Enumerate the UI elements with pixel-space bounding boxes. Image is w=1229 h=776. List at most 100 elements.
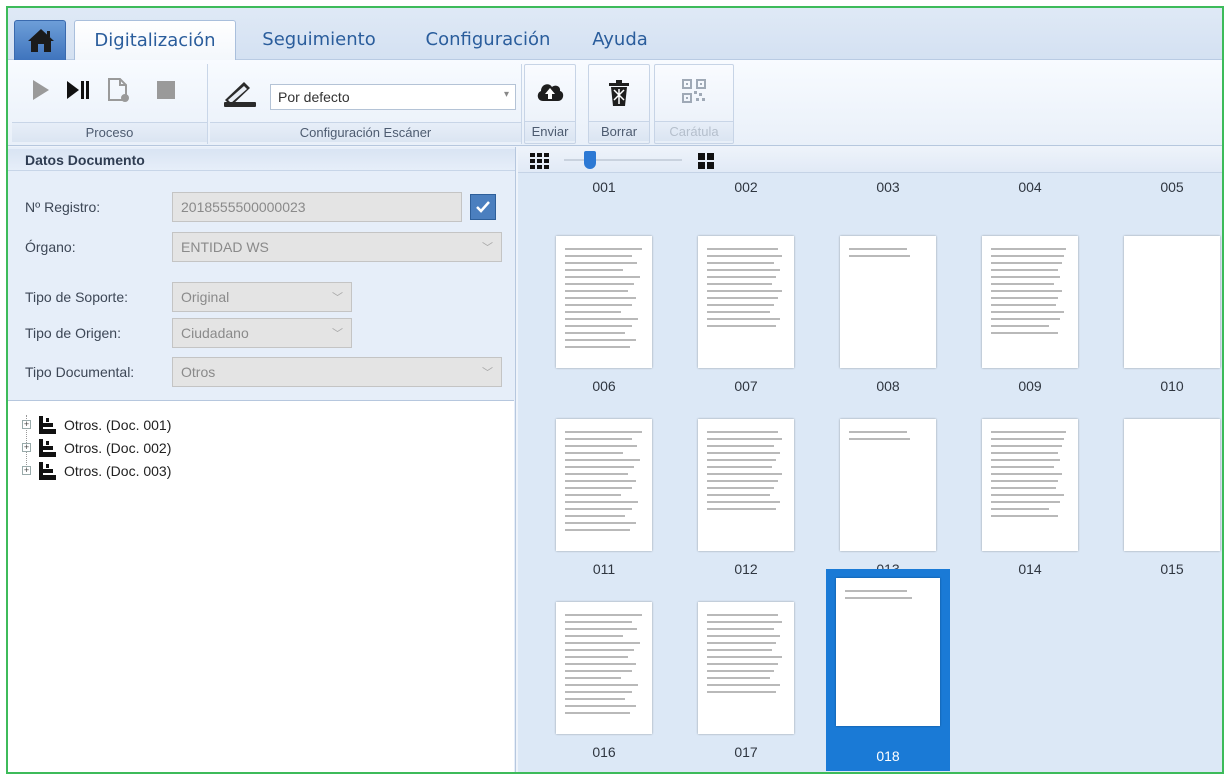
page-preview	[982, 419, 1078, 551]
trash-icon	[609, 80, 629, 106]
text-line	[707, 635, 780, 637]
text-line	[707, 283, 773, 285]
text-line	[991, 508, 1049, 510]
small-grid-icon[interactable]	[530, 153, 550, 169]
caratula-label: Carátula	[655, 121, 733, 141]
page-thumbnail[interactable]: 016	[538, 569, 670, 760]
text-line	[707, 466, 773, 468]
text-line	[565, 684, 638, 686]
chevron-down-icon: ▾	[503, 89, 509, 100]
page-thumbnail[interactable]: 018	[822, 569, 954, 771]
registro-field[interactable]: 2018555500000023	[172, 192, 462, 222]
text-line	[991, 297, 1059, 299]
page-preview	[1124, 419, 1220, 551]
tipo-origen-value: Ciudadano	[181, 325, 249, 341]
text-line	[991, 325, 1049, 327]
text-line	[991, 283, 1055, 285]
tab-configuracion[interactable]: Configuración	[408, 20, 568, 60]
page-preview	[698, 602, 794, 734]
play-pause-icon[interactable]	[64, 76, 92, 104]
tree-node-label: Otros. (Doc. 002)	[64, 440, 172, 456]
scanner-profile-select[interactable]: Por defecto ▾	[270, 84, 516, 110]
tab-digitalizacion[interactable]: Digitalización	[74, 20, 236, 61]
zoom-slider-thumb[interactable]	[584, 151, 596, 169]
text-line	[565, 628, 637, 630]
text-line	[565, 325, 633, 327]
expand-icon[interactable]: +	[22, 420, 31, 429]
text-line	[565, 698, 625, 700]
tipo-documental-label: Tipo Documental:	[25, 364, 135, 380]
datos-documento-panel: Datos Documento Nº Registro: 20185555000…	[8, 147, 516, 772]
page-thumbnail[interactable]: 013	[822, 386, 954, 577]
text-line	[565, 712, 631, 714]
organo-select[interactable]: ENTIDAD WS ﹀	[172, 232, 502, 262]
chevron-down-icon: ﹀	[482, 367, 493, 379]
tab-bar: Digitalización Seguimiento Configuración…	[8, 8, 1222, 61]
chevron-down-icon: ﹀	[332, 292, 343, 304]
page-preview	[698, 236, 794, 368]
text-line	[707, 459, 777, 461]
enviar-button[interactable]: Enviar	[524, 64, 576, 144]
text-line	[707, 276, 777, 278]
page-thumbnail[interactable]: 014	[964, 386, 1096, 577]
text-line	[565, 677, 621, 679]
text-line	[565, 304, 633, 306]
tipo-origen-select[interactable]: Ciudadano ﹀	[172, 318, 352, 348]
text-line	[565, 494, 621, 496]
qr-code-icon	[682, 79, 706, 103]
page-number: 014	[1018, 561, 1042, 577]
text-line	[991, 248, 1066, 250]
page-thumbnail[interactable]: 010	[1106, 203, 1222, 394]
datos-documento-title: Datos Documento	[8, 149, 515, 171]
text-line	[707, 325, 777, 327]
text-line	[565, 431, 642, 433]
text-line	[991, 445, 1063, 447]
text-line	[707, 480, 779, 482]
play-icon[interactable]	[26, 76, 54, 104]
document-stack-icon	[39, 416, 56, 434]
text-line	[565, 487, 633, 489]
tipo-soporte-select[interactable]: Original ﹀	[172, 282, 352, 312]
tipo-documental-select[interactable]: Otros ﹀	[172, 357, 502, 387]
text-line	[707, 255, 782, 257]
registro-checkbox[interactable]	[470, 194, 496, 220]
page-thumbnail[interactable]: 012	[680, 386, 812, 577]
page-thumbnail[interactable]: 008	[822, 203, 954, 394]
page-thumbnail[interactable]: 011	[538, 386, 670, 577]
home-tab[interactable]	[14, 20, 66, 60]
text-line	[565, 445, 637, 447]
page-preview	[982, 236, 1078, 368]
check-icon	[476, 201, 490, 213]
caratula-button[interactable]: Carátula	[654, 64, 734, 144]
large-grid-icon[interactable]	[698, 153, 714, 169]
tipo-origen-label: Tipo de Origen:	[25, 325, 121, 341]
scanner-profile-value: Por defecto	[278, 89, 350, 105]
stop-icon[interactable]	[152, 76, 180, 104]
text-line	[991, 501, 1061, 503]
text-line	[565, 262, 637, 264]
tab-seguimiento[interactable]: Seguimiento	[251, 20, 387, 60]
expand-icon[interactable]: +	[22, 466, 31, 475]
text-line	[991, 332, 1059, 334]
organo-value: ENTIDAD WS	[181, 239, 269, 255]
scanner-icon[interactable]	[222, 78, 258, 108]
page-preview	[840, 419, 936, 551]
text-line	[991, 473, 1063, 475]
text-line	[707, 684, 780, 686]
borrar-button[interactable]: Borrar	[588, 64, 650, 144]
new-document-icon[interactable]	[104, 76, 132, 104]
text-line	[707, 501, 780, 503]
page-thumbnail[interactable]: 009	[964, 203, 1096, 394]
tipo-soporte-label: Tipo de Soporte:	[25, 289, 128, 305]
zoom-slider-track[interactable]	[564, 159, 682, 161]
text-line	[565, 705, 637, 707]
text-line	[707, 628, 775, 630]
page-thumbnail[interactable]: 017	[680, 569, 812, 760]
home-icon	[28, 29, 54, 52]
page-thumbnail[interactable]: 007	[680, 203, 812, 394]
page-thumbnail[interactable]: 006	[538, 203, 670, 394]
expand-icon[interactable]: +	[22, 443, 31, 452]
page-thumbnail[interactable]: 015	[1106, 386, 1222, 577]
text-line	[707, 691, 777, 693]
tab-ayuda[interactable]: Ayuda	[582, 20, 658, 60]
